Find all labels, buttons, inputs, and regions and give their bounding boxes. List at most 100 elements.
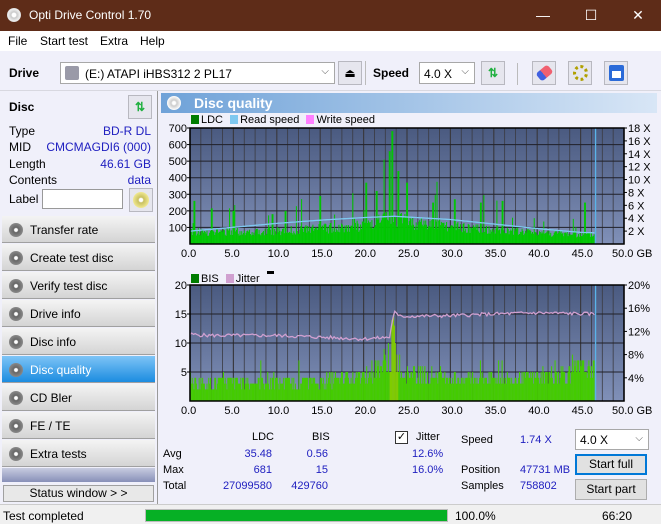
ldc-bar: [506, 227, 508, 244]
disc-label-button[interactable]: [129, 188, 153, 212]
y2-tick-label: 12%: [628, 326, 650, 338]
menu-help[interactable]: Help: [140, 34, 165, 48]
bis-bar: [502, 383, 504, 401]
nav-disc-quality[interactable]: Disc quality: [2, 356, 155, 383]
bis-bar: [432, 377, 434, 401]
bis-bar: [531, 372, 533, 401]
ldc-bar: [488, 226, 490, 244]
speed-stat-value: 1.74 X: [520, 434, 552, 446]
refresh-button[interactable]: ⇅: [481, 61, 505, 85]
status-window-button[interactable]: Status window > >: [3, 485, 154, 502]
ldc-bar: [400, 213, 402, 244]
bis-bar: [244, 383, 246, 401]
bis-bar: [466, 377, 468, 401]
nav-verify-test-disc[interactable]: Verify test disc: [2, 272, 155, 299]
nav-extra-tests[interactable]: Extra tests: [2, 440, 155, 467]
ldc-bar: [568, 233, 570, 244]
disc-label-input[interactable]: [42, 189, 123, 209]
bis-bar: [492, 377, 494, 401]
bis-bar: [453, 372, 455, 401]
bis-bar: [429, 383, 431, 401]
bis-bar: [546, 372, 548, 401]
ldc-bar: [551, 236, 553, 244]
bis-bar: [356, 377, 358, 401]
bis-bar: [456, 383, 458, 401]
disc-quality-icon: [167, 96, 181, 110]
nav-transfer-rate[interactable]: Transfer rate: [2, 216, 155, 243]
nav-fe-te[interactable]: FE / TE: [2, 412, 155, 439]
y-tick-label: 600: [169, 140, 187, 152]
bis-bar: [374, 377, 376, 401]
start-full-button[interactable]: Start full: [575, 454, 647, 475]
nav-drive-info[interactable]: Drive info: [2, 300, 155, 327]
ldc-bar: [361, 221, 363, 244]
disc-refresh-button[interactable]: ⇅: [128, 95, 152, 119]
bis-bar: [255, 383, 257, 401]
ldc-bar: [229, 208, 231, 244]
ldc-bar: [498, 230, 500, 244]
menu-file[interactable]: File: [8, 34, 27, 48]
ldc-bar: [459, 224, 461, 244]
x-tick-label: 30.0: [441, 405, 462, 417]
ldc-bar: [385, 218, 387, 244]
chevron-down-icon: ⌵: [635, 433, 643, 444]
y2-tick-label: 12 X: [628, 162, 651, 174]
minimize-button[interactable]: —: [520, 0, 566, 31]
ldc-bar: [337, 231, 339, 244]
bis-bar: [406, 383, 408, 401]
ldc-bar: [289, 232, 291, 244]
drive-select[interactable]: (E:) ATAPI iHBS312 2 PL17 ⌵: [60, 62, 335, 84]
speed-select[interactable]: 4.0 X ⌵: [419, 62, 475, 84]
ldc-bar: [538, 234, 540, 244]
bis-bar: [547, 383, 549, 401]
test-speed-select[interactable]: 4.0 X ⌵: [575, 429, 649, 450]
nav-cd-bler[interactable]: CD Bler: [2, 384, 155, 411]
bis-bar: [437, 383, 439, 401]
ldc-bar: [420, 221, 422, 244]
ldc-bar: [534, 231, 536, 244]
jitter-checkbox[interactable]: ✓: [395, 431, 408, 444]
refresh-arrows-icon: ⇅: [487, 66, 499, 80]
bis-bar: [576, 372, 578, 401]
maximize-button[interactable]: ☐: [568, 0, 614, 31]
save-button[interactable]: [604, 61, 628, 85]
ldc-bar: [493, 230, 495, 244]
bis-bar: [263, 389, 265, 401]
bis-bar: [509, 377, 511, 401]
eject-icon: ⏏: [344, 66, 356, 80]
erase-button[interactable]: [532, 61, 556, 85]
bis-bar: [577, 360, 579, 401]
ldc-bar: [576, 237, 578, 244]
bis-bar: [593, 360, 595, 401]
ldc-bar: [314, 228, 316, 244]
start-part-button[interactable]: Start part: [575, 479, 647, 500]
bis-bar: [206, 383, 208, 401]
y-tick-label: 20: [175, 280, 187, 292]
panel-title: Disc quality: [194, 95, 273, 111]
bis-bar: [318, 389, 320, 401]
ldc-bar: [591, 236, 593, 244]
bis-bar: [390, 372, 392, 401]
ldc-bar: [454, 199, 456, 244]
eject-button[interactable]: ⏏: [338, 61, 362, 85]
close-button[interactable]: ✕: [615, 0, 661, 31]
menu-start-test[interactable]: Start test: [40, 34, 88, 48]
nav-create-test-disc[interactable]: Create test disc: [2, 244, 155, 271]
bis-bar: [286, 377, 288, 401]
bis-bar: [507, 377, 509, 401]
menu-extra[interactable]: Extra: [100, 34, 128, 48]
nav-disc-info[interactable]: Disc info: [2, 328, 155, 355]
bis-bar: [549, 372, 551, 401]
speed-stat-label: Speed: [461, 434, 493, 446]
ldc-bar: [262, 232, 264, 244]
bis-bar: [274, 389, 276, 401]
ldc-bar: [322, 230, 324, 244]
disc-type-row: Type BD-R DL: [9, 124, 151, 140]
bis-bar: [251, 383, 253, 401]
ldc-bar: [393, 222, 395, 244]
settings-button[interactable]: [568, 61, 592, 85]
bis-bar: [328, 372, 330, 401]
ldc-bar: [254, 235, 256, 244]
bis-bar: [193, 389, 195, 401]
ldc-bar: [451, 225, 453, 244]
